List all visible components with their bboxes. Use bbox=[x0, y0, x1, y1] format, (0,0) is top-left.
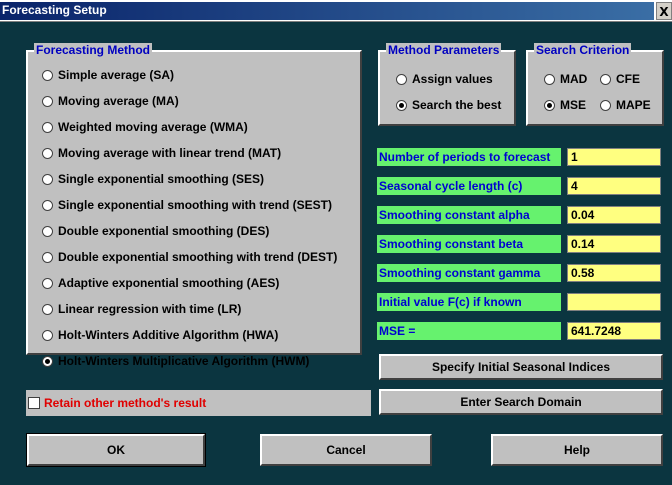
method-label-lr: Linear regression with time (LR) bbox=[58, 302, 242, 316]
criterion-option-cfe[interactable]: CFE bbox=[600, 72, 640, 86]
radio-wma[interactable] bbox=[42, 121, 53, 133]
criterion-label-mape: MAPE bbox=[616, 98, 651, 112]
method-option-dest[interactable]: Double exponential smoothing with trend … bbox=[42, 250, 337, 264]
radio-hwm[interactable] bbox=[42, 355, 53, 367]
param-label-initial: Initial value F(c) if known bbox=[377, 293, 561, 311]
method-label-ma: Moving average (MA) bbox=[58, 94, 179, 108]
method-option-sa[interactable]: Simple average (SA) bbox=[42, 68, 174, 82]
param-label-periods: Number of periods to forecast bbox=[377, 148, 561, 166]
method-label-wma: Weighted moving average (WMA) bbox=[58, 120, 248, 134]
method-label-ses: Single exponential smoothing (SES) bbox=[58, 172, 265, 186]
criterion-label-cfe: CFE bbox=[616, 72, 640, 86]
method-label-dest: Double exponential smoothing with trend … bbox=[58, 250, 338, 264]
radio-mat[interactable] bbox=[42, 147, 53, 159]
radio-hwa[interactable] bbox=[42, 329, 53, 341]
param-label-alpha: Smoothing constant alpha bbox=[377, 206, 561, 224]
method-label-des: Double exponential smoothing (DES) bbox=[58, 224, 270, 238]
method-option-mat[interactable]: Moving average with linear trend (MAT) bbox=[42, 146, 281, 160]
help-button[interactable]: Help bbox=[491, 434, 663, 466]
param-value-beta[interactable]: 0.14 bbox=[567, 235, 661, 253]
radio-des[interactable] bbox=[42, 225, 53, 237]
radio-aes[interactable] bbox=[42, 277, 53, 289]
radio-assign-values[interactable] bbox=[396, 73, 407, 85]
method-option-sest[interactable]: Single exponential smoothing with trend … bbox=[42, 198, 332, 212]
forecasting-method-legend: Forecasting Method bbox=[34, 43, 153, 57]
method-label-mat: Moving average with linear trend (MAT) bbox=[58, 146, 282, 160]
method-label-aes: Adaptive exponential smoothing (AES) bbox=[58, 276, 280, 290]
param-label-assign: Assign values bbox=[412, 72, 493, 86]
criterion-option-mape[interactable]: MAPE bbox=[600, 98, 651, 112]
param-value-gamma[interactable]: 0.58 bbox=[567, 264, 661, 282]
specify-indices-button[interactable]: Specify Initial Seasonal Indices bbox=[379, 354, 663, 380]
param-value-cycle[interactable]: 4 bbox=[567, 177, 661, 195]
method-parameters-legend: Method Parameters bbox=[386, 43, 502, 57]
method-option-wma[interactable]: Weighted moving average (WMA) bbox=[42, 120, 248, 134]
retain-label: Retain other method's result bbox=[44, 396, 207, 410]
method-option-ma[interactable]: Moving average (MA) bbox=[42, 94, 179, 108]
param-option-search[interactable]: Search the best bbox=[396, 98, 501, 112]
criterion-option-mse[interactable]: MSE bbox=[544, 98, 586, 112]
criterion-label-mad: MAD bbox=[560, 72, 588, 86]
method-option-des[interactable]: Double exponential smoothing (DES) bbox=[42, 224, 269, 238]
close-button[interactable]: X bbox=[656, 2, 672, 20]
radio-mape[interactable] bbox=[600, 99, 611, 111]
method-option-hwa[interactable]: Holt-Winters Additive Algorithm (HWA) bbox=[42, 328, 278, 342]
retain-option[interactable]: Retain other method's result bbox=[26, 390, 371, 416]
method-option-aes[interactable]: Adaptive exponential smoothing (AES) bbox=[42, 276, 279, 290]
radio-sa[interactable] bbox=[42, 69, 53, 81]
method-label-hwm: Holt-Winters Multiplicative Algorithm (H… bbox=[58, 354, 310, 368]
title-bar: Forecasting Setup X bbox=[0, 0, 672, 22]
radio-mad[interactable] bbox=[544, 73, 555, 85]
search-criterion-group: Search Criterion MAD CFE MSE MAPE bbox=[526, 43, 664, 126]
radio-search-best[interactable] bbox=[396, 99, 407, 111]
method-label-sest: Single exponential smoothing with trend … bbox=[58, 198, 333, 212]
method-option-lr[interactable]: Linear regression with time (LR) bbox=[42, 302, 241, 316]
method-label-sa: Simple average (SA) bbox=[58, 68, 175, 82]
radio-ma[interactable] bbox=[42, 95, 53, 107]
radio-cfe[interactable] bbox=[600, 73, 611, 85]
param-value-periods[interactable]: 1 bbox=[567, 148, 661, 166]
radio-dest[interactable] bbox=[42, 251, 53, 263]
param-label-cycle: Seasonal cycle length (c) bbox=[377, 177, 561, 195]
method-parameters-group: Method Parameters Assign values Search t… bbox=[378, 43, 516, 126]
mse-label: MSE = bbox=[377, 322, 561, 340]
radio-mse[interactable] bbox=[544, 99, 555, 111]
search-domain-button[interactable]: Enter Search Domain bbox=[379, 389, 663, 415]
param-label-gamma: Smoothing constant gamma bbox=[377, 264, 561, 282]
ok-button[interactable]: OK bbox=[26, 433, 206, 467]
search-criterion-legend: Search Criterion bbox=[534, 43, 632, 57]
param-option-assign[interactable]: Assign values bbox=[396, 72, 493, 86]
param-label-beta: Smoothing constant beta bbox=[377, 235, 561, 253]
method-label-hwa: Holt-Winters Additive Algorithm (HWA) bbox=[58, 328, 279, 342]
radio-lr[interactable] bbox=[42, 303, 53, 315]
radio-sest[interactable] bbox=[42, 199, 53, 211]
forecasting-method-group: Forecasting Method Simple average (SA) M… bbox=[26, 43, 362, 368]
retain-checkbox[interactable] bbox=[28, 397, 40, 409]
param-value-alpha[interactable]: 0.04 bbox=[567, 206, 661, 224]
method-option-ses[interactable]: Single exponential smoothing (SES) bbox=[42, 172, 264, 186]
param-value-initial[interactable] bbox=[567, 293, 661, 311]
param-label-search: Search the best bbox=[412, 98, 502, 112]
cancel-button[interactable]: Cancel bbox=[260, 434, 432, 466]
mse-value: 641.7248 bbox=[567, 322, 661, 340]
criterion-label-mse: MSE bbox=[560, 98, 587, 112]
window-title: Forecasting Setup bbox=[2, 3, 107, 17]
method-option-hwm[interactable]: Holt-Winters Multiplicative Algorithm (H… bbox=[42, 354, 309, 368]
radio-ses[interactable] bbox=[42, 173, 53, 185]
criterion-option-mad[interactable]: MAD bbox=[544, 72, 587, 86]
